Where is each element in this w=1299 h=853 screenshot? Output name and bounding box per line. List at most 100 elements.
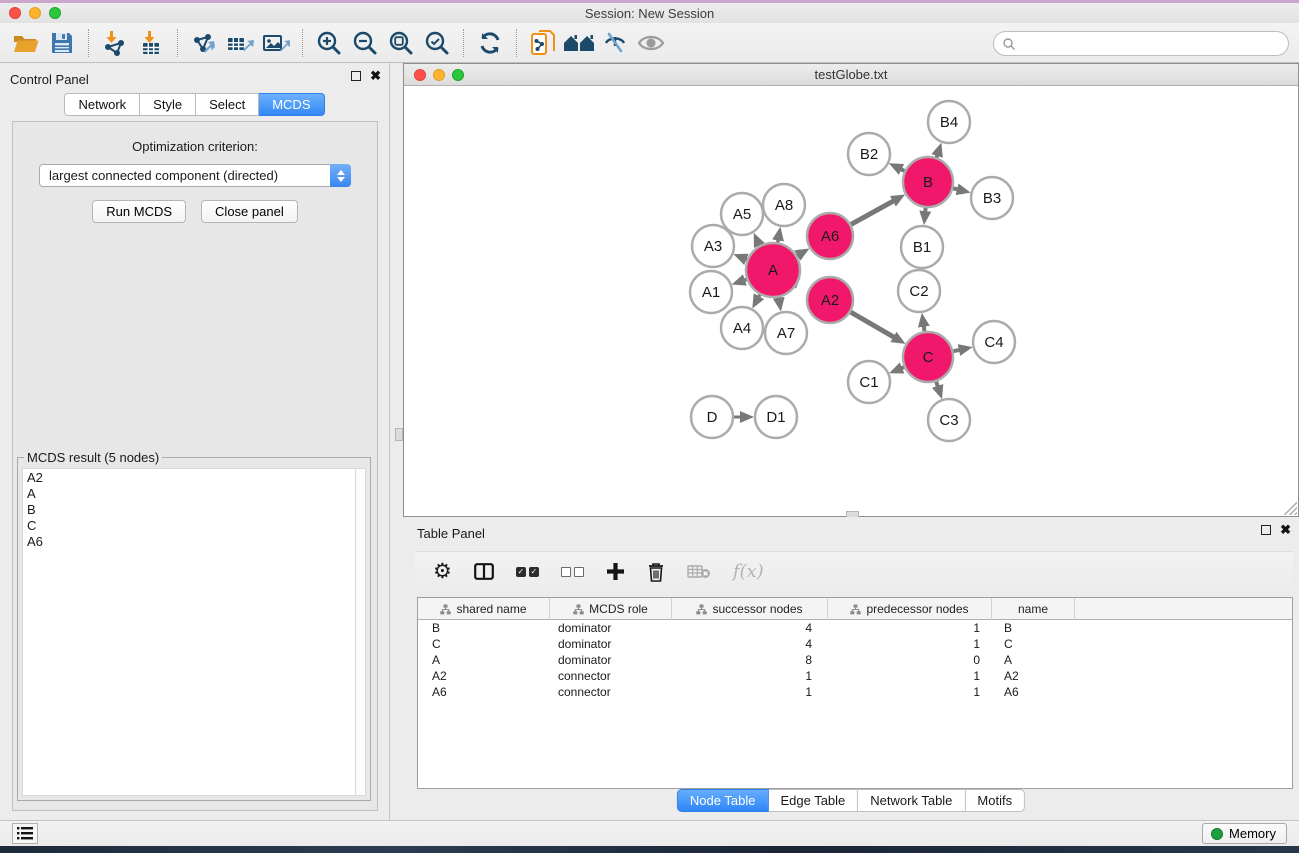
column-header-shared-name[interactable]: shared name [418, 598, 550, 620]
graph-node-C3[interactable]: C3 [928, 399, 970, 441]
export-image-button[interactable] [258, 26, 294, 60]
graph-node-C[interactable]: C [903, 332, 953, 382]
graph-edge-A6-B[interactable] [851, 201, 894, 225]
tab-style[interactable]: Style [140, 93, 196, 116]
cell-shared-name[interactable]: C [418, 636, 550, 652]
cell-shared-name[interactable]: B [418, 620, 550, 636]
mcds-result-item[interactable]: A6 [23, 535, 355, 551]
float-table-panel-icon[interactable] [1261, 525, 1271, 535]
cell-mcds-role[interactable]: dominator [550, 620, 672, 636]
delete-column-button[interactable] [647, 557, 665, 587]
cell-name[interactable]: A2 [992, 668, 1075, 684]
select-all-columns-button[interactable]: ✓✓ [516, 557, 539, 587]
column-header-predecessor-nodes[interactable]: predecessor nodes [828, 598, 992, 620]
cell-successor-nodes[interactable]: 1 [672, 668, 828, 684]
cell-name[interactable]: B [992, 620, 1075, 636]
show-columns-button[interactable] [474, 557, 494, 587]
table-row[interactable]: A6connector11A6 [418, 684, 1292, 700]
create-column-button[interactable] [606, 557, 625, 587]
graph-node-D1[interactable]: D1 [755, 396, 797, 438]
cell-predecessor-nodes[interactable]: 0 [828, 652, 992, 668]
criterion-dropdown[interactable]: largest connected component (directed) [39, 164, 351, 187]
graph-edge-A-A8[interactable] [778, 240, 779, 243]
run-mcds-button[interactable]: Run MCDS [92, 200, 186, 223]
cell-mcds-role[interactable]: connector [550, 668, 672, 684]
table-row[interactable]: Bdominator41B [418, 620, 1292, 636]
tab-network[interactable]: Network [64, 93, 140, 116]
graph-edge-A-A4[interactable] [759, 295, 760, 297]
column-header-mcds-role[interactable]: MCDS role [550, 598, 672, 620]
result-scrollbar[interactable] [355, 468, 366, 796]
tab-select[interactable]: Select [196, 93, 259, 116]
graph-node-A2[interactable]: A2 [807, 277, 853, 323]
graph-edge-C-C1[interactable] [901, 367, 904, 368]
cell-shared-name[interactable]: A2 [418, 668, 550, 684]
graph-node-A8[interactable]: A8 [763, 184, 805, 226]
cell-successor-nodes[interactable]: 4 [672, 620, 828, 636]
graph-edge-C-C3[interactable] [936, 382, 938, 387]
clone-network-button[interactable] [525, 26, 561, 60]
graph-edge-C-C4[interactable] [953, 350, 960, 351]
export-network-button[interactable] [186, 26, 222, 60]
delete-table-button[interactable] [687, 557, 711, 587]
panel-menu-button[interactable] [12, 823, 38, 844]
open-session-button[interactable] [8, 26, 44, 60]
cell-name[interactable]: A [992, 652, 1075, 668]
tab-node-table[interactable]: Node Table [677, 789, 769, 812]
graph-node-A[interactable]: A [746, 243, 800, 297]
column-header-successor-nodes[interactable]: successor nodes [672, 598, 828, 620]
close-panel-button[interactable]: Close panel [201, 200, 298, 223]
tab-network-table[interactable]: Network Table [858, 789, 965, 812]
table-row[interactable]: A2connector11A2 [418, 668, 1292, 684]
graph-edge-B-B3[interactable] [953, 188, 958, 189]
graph-node-C2[interactable]: C2 [898, 270, 940, 312]
mcds-result-list[interactable]: A2ABCA6 [22, 468, 355, 796]
zoom-fit-button[interactable] [383, 26, 419, 60]
memory-indicator-button[interactable]: Memory [1202, 823, 1287, 844]
float-panel-icon[interactable] [351, 71, 361, 81]
tab-motifs[interactable]: Motifs [965, 789, 1025, 812]
graph-node-A4[interactable]: A4 [721, 307, 763, 349]
cell-mcds-role[interactable]: connector [550, 684, 672, 700]
splitter-handle-vertical[interactable] [395, 428, 403, 441]
network-window-titlebar[interactable]: testGlobe.txt [404, 64, 1298, 86]
save-session-button[interactable] [44, 26, 80, 60]
graph-node-A5[interactable]: A5 [721, 193, 763, 235]
cell-predecessor-nodes[interactable]: 1 [828, 684, 992, 700]
column-header-name[interactable]: name [992, 598, 1075, 620]
graph-edge-B-B2[interactable] [901, 169, 905, 171]
cell-shared-name[interactable]: A6 [418, 684, 550, 700]
graph-node-A6[interactable]: A6 [807, 213, 853, 259]
close-network-button[interactable] [414, 69, 426, 81]
cell-successor-nodes[interactable]: 8 [672, 652, 828, 668]
graph-node-C1[interactable]: C1 [848, 361, 890, 403]
table-settings-button[interactable]: ⚙ [433, 557, 452, 587]
network-canvas[interactable]: AA1A2A3A4A5A6A7A8BB1B2B3B4CC1C2C3C4DD1 [404, 86, 1298, 516]
table-row[interactable]: Cdominator41C [418, 636, 1292, 652]
tab-edge-table[interactable]: Edge Table [768, 789, 858, 812]
cell-name[interactable]: A6 [992, 684, 1075, 700]
refresh-button[interactable] [472, 26, 508, 60]
graph-node-C4[interactable]: C4 [973, 321, 1015, 363]
cell-predecessor-nodes[interactable]: 1 [828, 620, 992, 636]
mcds-result-item[interactable]: A2 [23, 471, 355, 487]
graph-node-D[interactable]: D [691, 396, 733, 438]
table-row[interactable]: Adominator80A [418, 652, 1292, 668]
graph-edge-A2-C[interactable] [851, 312, 895, 337]
close-window-button[interactable] [9, 7, 21, 19]
zoom-out-button[interactable] [347, 26, 383, 60]
maximize-window-button[interactable] [49, 7, 61, 19]
first-neighbors-button[interactable] [561, 26, 597, 60]
import-network-button[interactable] [97, 26, 133, 60]
graph-node-B2[interactable]: B2 [848, 133, 890, 175]
zoom-in-button[interactable] [311, 26, 347, 60]
cell-successor-nodes[interactable]: 1 [672, 684, 828, 700]
mcds-result-item[interactable]: A [23, 487, 355, 503]
graph-node-B1[interactable]: B1 [901, 226, 943, 268]
close-panel-icon[interactable]: ✖ [370, 71, 381, 81]
graph-edge-C-C2[interactable] [924, 326, 925, 332]
graph-edge-B-B4[interactable] [937, 155, 938, 158]
toggle-graphics-details-button[interactable] [597, 26, 633, 60]
export-table-button[interactable] [222, 26, 258, 60]
cell-shared-name[interactable]: A [418, 652, 550, 668]
